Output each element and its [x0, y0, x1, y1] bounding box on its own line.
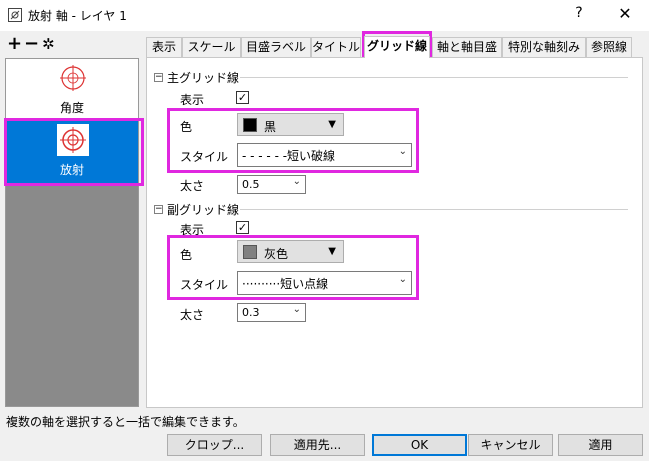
gear-icon[interactable]: ✲: [42, 35, 55, 53]
minor-thickness-label: 太さ: [180, 308, 205, 322]
highlight-selected-axis: [4, 118, 144, 186]
add-icon[interactable]: +: [7, 33, 22, 54]
chevron-down-icon: ⌄: [292, 304, 301, 315]
minor-thickness-dropdown[interactable]: 0.3 ⌄: [237, 303, 306, 322]
minor-show-checkbox[interactable]: ✓: [236, 221, 249, 234]
major-thickness-dropdown[interactable]: 0.5 ⌄: [237, 175, 306, 194]
window-title: 放射 軸 - レイヤ 1: [28, 9, 127, 23]
tab-scale[interactable]: スケール: [182, 37, 241, 57]
tab-tick-labels[interactable]: 目盛ラベル: [241, 37, 311, 57]
chevron-down-icon: ⌄: [292, 176, 301, 187]
crop-button[interactable]: クロップ...: [167, 434, 262, 456]
ok-button[interactable]: OK: [372, 434, 467, 456]
collapse-major-icon[interactable]: −: [154, 73, 163, 82]
tab-special-ticks[interactable]: 特別な軸刻み: [502, 37, 586, 57]
divider: [240, 77, 628, 78]
collapse-minor-icon[interactable]: −: [154, 205, 163, 214]
minor-thickness-value: 0.3: [242, 306, 260, 319]
sidebar-item-angle[interactable]: 角度: [6, 59, 138, 121]
major-grid-title: 主グリッド線: [167, 71, 240, 85]
tab-strip: 表示 スケール 目盛ラベル タイトル グリッド線 軸と軸目盛 特別な軸刻み 参照…: [146, 36, 636, 58]
close-button[interactable]: ✕: [613, 4, 637, 26]
tab-display[interactable]: 表示: [146, 37, 182, 57]
status-text: 複数の軸を選択すると一括で編集できます。: [6, 415, 245, 429]
tab-reference-lines[interactable]: 参照線: [586, 37, 632, 57]
highlight-minor-settings: [167, 235, 419, 300]
major-thickness-label: 太さ: [180, 179, 205, 193]
tab-line-and-ticks[interactable]: 軸と軸目盛: [432, 37, 502, 57]
help-button[interactable]: ?: [565, 5, 593, 25]
tab-grid-lines[interactable]: グリッド線: [364, 36, 430, 58]
app-icon: [8, 8, 22, 22]
polar-angle-icon: [60, 65, 86, 91]
minor-grid-title: 副グリッド線: [167, 203, 240, 217]
divider: [240, 209, 628, 210]
title-bar: 放射 軸 - レイヤ 1 ? ✕: [0, 0, 649, 31]
cancel-button[interactable]: キャンセル: [468, 434, 553, 456]
major-show-label: 表示: [180, 93, 205, 107]
remove-icon[interactable]: −: [24, 33, 39, 54]
sidebar-toolbar: + − ✲: [6, 33, 66, 56]
major-show-checkbox[interactable]: ✓: [236, 91, 249, 104]
major-thickness-value: 0.5: [242, 178, 260, 191]
axis-list: 角度 放射: [5, 58, 139, 407]
highlight-major-settings: [167, 108, 419, 173]
apply-button[interactable]: 適用: [558, 434, 643, 456]
tab-title[interactable]: タイトル: [311, 37, 361, 57]
sidebar-item-label: 角度: [59, 101, 84, 115]
apply-to-button[interactable]: 適用先...: [270, 434, 365, 456]
